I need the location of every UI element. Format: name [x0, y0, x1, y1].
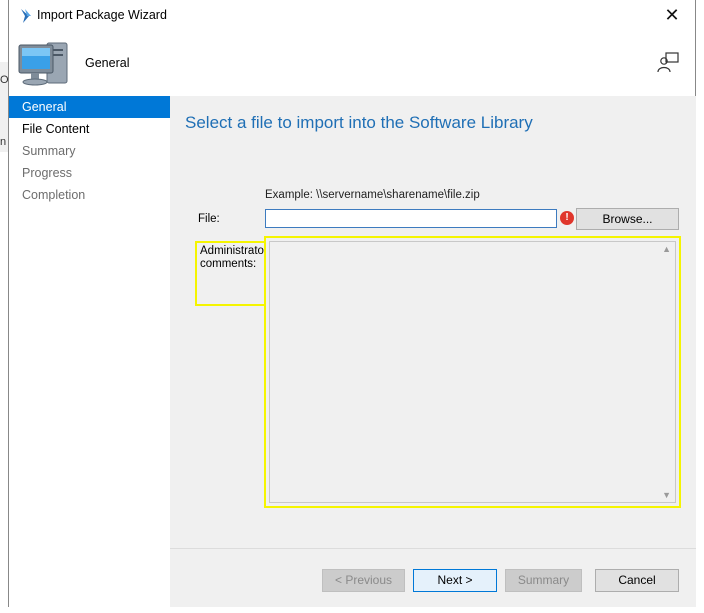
wizard-header: General	[9, 31, 695, 95]
sidebar-item-general[interactable]: General	[9, 96, 170, 118]
page-title: Select a file to import into the Softwar…	[185, 113, 533, 132]
window-title: Import Package Wizard	[37, 8, 167, 22]
file-path-input[interactable]	[265, 209, 557, 228]
scroll-down-icon[interactable]: ▼	[662, 490, 671, 500]
close-button[interactable]: ✕	[649, 0, 695, 31]
title-bar[interactable]: Import Package Wizard ✕	[9, 0, 695, 31]
browse-button[interactable]: Browse...	[576, 208, 679, 230]
sidebar-item-summary[interactable]: Summary	[9, 140, 170, 162]
cancel-button[interactable]: Cancel	[595, 569, 679, 592]
background-window-strip: O n	[0, 62, 9, 152]
file-label: File:	[198, 213, 220, 225]
example-path-hint: Example: \\servername\sharename\file.zip	[265, 189, 480, 201]
computer-icon	[18, 42, 68, 86]
header-title: General	[85, 56, 130, 70]
error-icon: !	[560, 211, 574, 225]
sidebar-item-completion[interactable]: Completion	[9, 184, 170, 206]
next-button[interactable]: Next >	[413, 569, 497, 592]
wizard-window: Import Package Wizard ✕ General General …	[8, 0, 696, 607]
administrator-comments-textarea[interactable]: ▲ ▼	[269, 241, 676, 503]
wizard-steps-sidebar: General File Content Summary Progress Co…	[9, 96, 171, 607]
administrator-comments-label: Administrator comments:	[195, 241, 269, 306]
wizard-arrow-icon	[21, 9, 31, 23]
close-icon: ✕	[664, 5, 680, 25]
administrator-comments-field[interactable]: ▲ ▼	[264, 236, 681, 508]
sidebar-item-progress[interactable]: Progress	[9, 162, 170, 184]
summary-button[interactable]: Summary	[505, 569, 582, 592]
feedback-icon[interactable]	[657, 51, 679, 73]
scroll-up-icon[interactable]: ▲	[662, 244, 671, 254]
wizard-main-panel: Select a file to import into the Softwar…	[170, 96, 696, 607]
footer-divider	[170, 548, 696, 549]
sidebar-item-file-content[interactable]: File Content	[9, 118, 170, 140]
background-fragment-2: n	[0, 136, 7, 148]
previous-button[interactable]: < Previous	[322, 569, 405, 592]
